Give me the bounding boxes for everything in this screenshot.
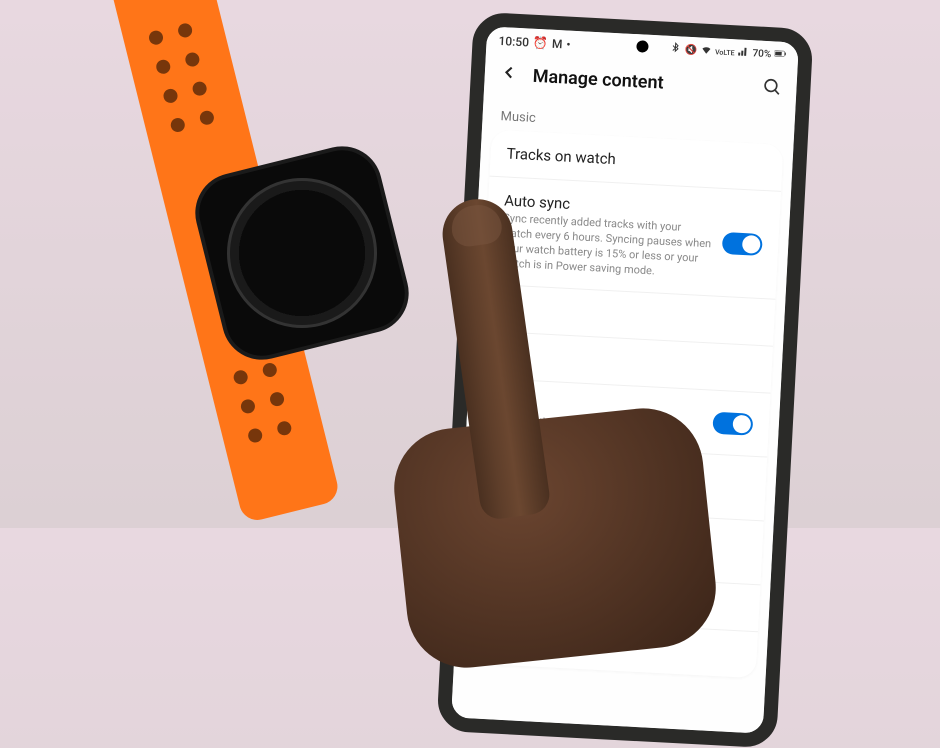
svg-text:365: 365 [326,254,339,265]
page-title: Manage content [532,66,749,98]
volte-label: VoLTE [715,48,735,57]
auto-sync-item[interactable]: Auto sync Sync recently added tracks wit… [484,177,781,301]
images-title: Ima [496,347,757,379]
mute-icon: 🔇 [684,45,697,57]
autosync-desc: Sync recently added tracks with your wat… [501,211,714,281]
wifi-icon [700,43,713,59]
svg-text:9: 9 [257,257,266,271]
mail-icon: M [552,36,563,51]
settings-list: Tracks on watch Auto sync Sync recently … [464,130,784,678]
status-time: 10:50 [498,33,529,49]
battery-icon [774,47,787,63]
last-title: Auto sync [481,632,742,664]
bluetooth-icon [669,42,682,58]
select-title: Select st [483,585,744,617]
svg-text:TUE: TUE [288,225,305,237]
battery-text: 70% [752,48,771,60]
tracks-title: Tracks on watch [506,145,767,177]
gallery-title: Ga [498,300,759,332]
signal-icon [737,45,750,61]
autosync2-toggle[interactable] [712,411,753,435]
svg-text:3: 3 [338,236,347,250]
svg-text:6: 6 [308,289,317,303]
back-button[interactable] [498,62,519,88]
search-button[interactable] [762,76,783,101]
svg-text:14: 14 [293,237,305,249]
alarm-icon: ⏰ [533,35,549,50]
watch-dial: 12 3 6 9 TUE 14 365 66 [223,174,381,332]
svg-text:66: 66 [287,271,297,281]
more-icon: • [566,37,571,51]
autosync-toggle[interactable] [722,232,763,256]
svg-text:12: 12 [283,202,300,219]
phone-device: 10:50 ⏰ M • 🔇 VoLTE [436,12,813,748]
